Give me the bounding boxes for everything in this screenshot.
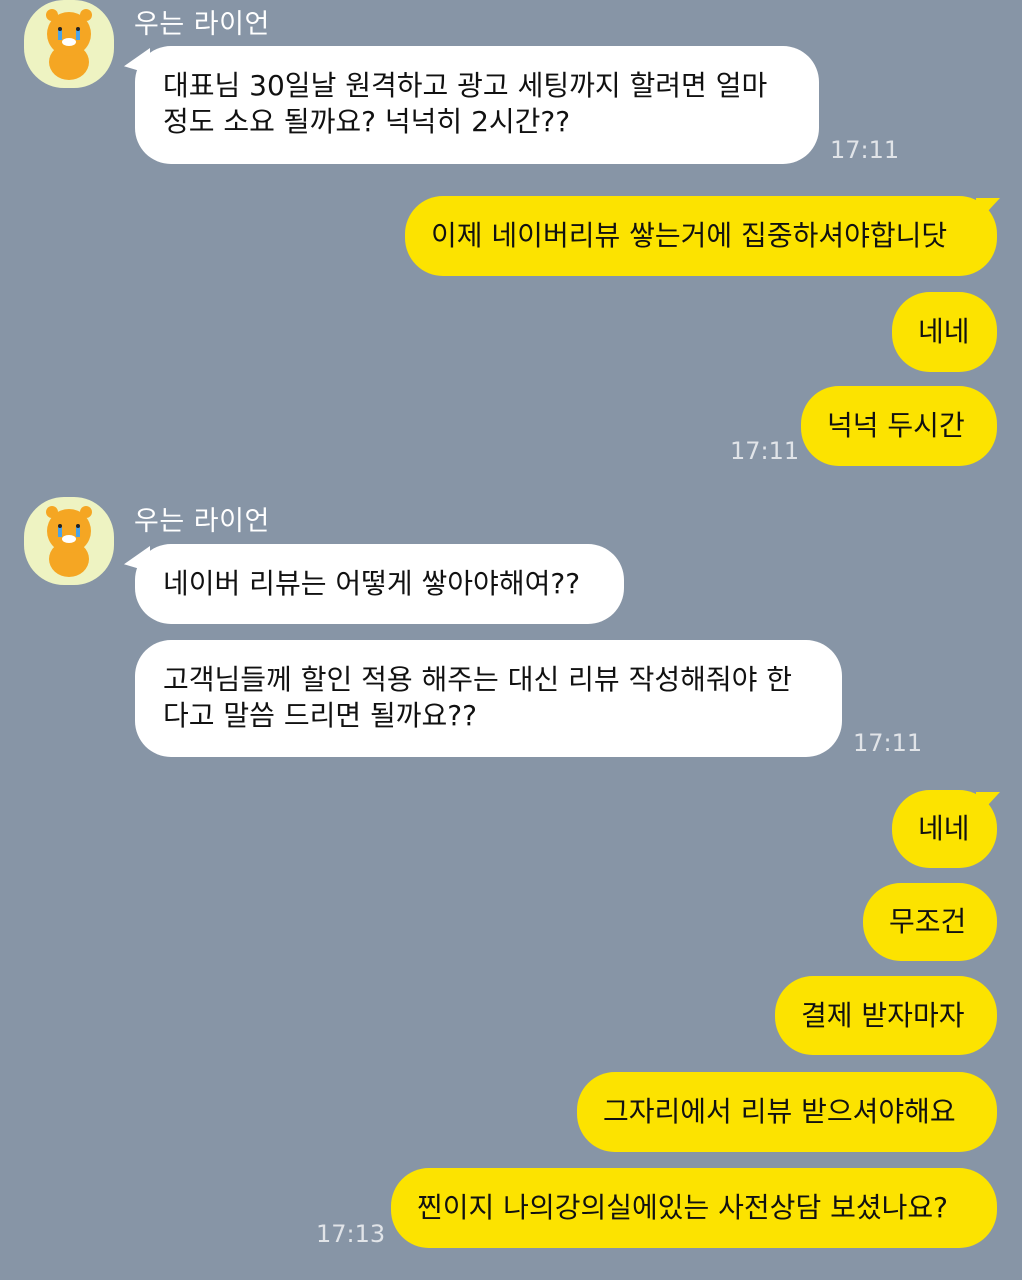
outgoing-message-bubble[interactable]: 넉넉 두시간	[801, 386, 997, 466]
message-text-line: 정도 소요 될까요? 넉넉히 2시간??	[163, 105, 571, 138]
message-text: 그자리에서 리뷰 받으셔야해요	[603, 1095, 956, 1128]
outgoing-message-bubble[interactable]: 결제 받자마자	[775, 976, 997, 1055]
message-timestamp: 17:11	[830, 136, 900, 164]
outgoing-message-bubble[interactable]: 네네	[892, 292, 997, 372]
incoming-message-bubble[interactable]: 대표님 30일날 원격하고 광고 세팅까지 할려면 얼마 정도 소요 될까요? …	[135, 46, 819, 164]
avatar[interactable]	[24, 497, 114, 585]
avatar[interactable]	[24, 0, 114, 88]
message-timestamp: 17:13	[316, 1220, 386, 1248]
incoming-message-bubble[interactable]: 네이버 리뷰는 어떻게 쌓아야해여??	[135, 544, 624, 624]
outgoing-message-bubble[interactable]: 네네	[892, 790, 997, 868]
message-text: 찐이지 나의강의실에있는 사전상담 보셨나요?	[417, 1191, 949, 1224]
message-text: 넉넉 두시간	[827, 409, 965, 442]
incoming-message-bubble[interactable]: 고객님들께 할인 적용 해주는 대신 리뷰 작성해줘야 한 다고 말씀 드리면 …	[135, 640, 842, 757]
message-text-line: 다고 말씀 드리면 될까요??	[163, 699, 478, 732]
message-timestamp: 17:11	[853, 729, 923, 757]
message-timestamp: 17:11	[730, 437, 800, 465]
message-text: 네네	[918, 812, 970, 845]
outgoing-message-bubble[interactable]: 그자리에서 리뷰 받으셔야해요	[577, 1072, 997, 1152]
message-text: 무조건	[889, 905, 967, 938]
message-text-line: 고객님들께 할인 적용 해주는 대신 리뷰 작성해줘야 한	[163, 663, 793, 696]
message-text: 네네	[918, 315, 970, 348]
outgoing-message-bubble[interactable]: 무조건	[863, 883, 997, 961]
message-text-line: 대표님 30일날 원격하고 광고 세팅까지 할려면 얼마	[163, 69, 768, 102]
message-text-line: 네이버 리뷰는 어떻게 쌓아야해여??	[163, 567, 581, 600]
outgoing-message-bubble[interactable]: 이제 네이버리뷰 쌓는거에 집중하셔야합니닷	[405, 196, 997, 276]
sender-name: 우는 라이언	[134, 506, 270, 537]
sender-name: 우는 라이언	[134, 9, 270, 40]
outgoing-message-bubble[interactable]: 찐이지 나의강의실에있는 사전상담 보셨나요?	[391, 1168, 997, 1248]
message-text: 이제 네이버리뷰 쌓는거에 집중하셔야합니닷	[431, 219, 948, 252]
crying-ryan-icon	[46, 9, 92, 80]
crying-ryan-icon	[46, 506, 92, 577]
message-text: 결제 받자마자	[801, 998, 965, 1032]
